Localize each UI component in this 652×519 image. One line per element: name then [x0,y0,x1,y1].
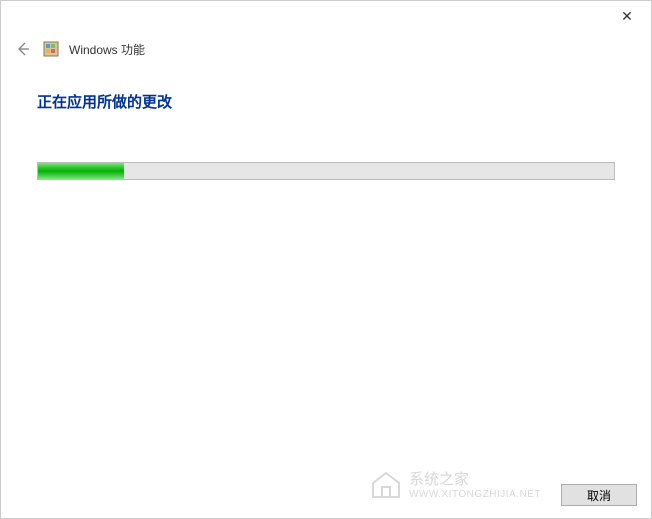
footer: 取消 [561,484,637,506]
watermark-text: 系统之家 [409,471,469,488]
progress-fill [38,163,124,179]
watermark: 系统之家 WWW.XITONGZHIJIA.NET [369,468,541,500]
progress-bar [37,162,615,180]
header: Windows 功能 [1,31,651,67]
content-area: 正在应用所做的更改 [1,67,651,204]
back-arrow-icon [15,41,31,57]
cancel-button[interactable]: 取消 [561,484,637,506]
close-button[interactable]: ✕ [607,2,647,30]
watermark-icon [369,469,403,499]
windows-features-icon [43,41,59,57]
titlebar: ✕ [1,1,651,31]
close-icon: ✕ [621,8,633,25]
page-heading: 正在应用所做的更改 [37,91,615,112]
watermark-subtext: WWW.XITONGZHIJIA.NET [409,489,541,500]
back-button[interactable] [13,39,33,59]
window-title: Windows 功能 [69,41,145,58]
